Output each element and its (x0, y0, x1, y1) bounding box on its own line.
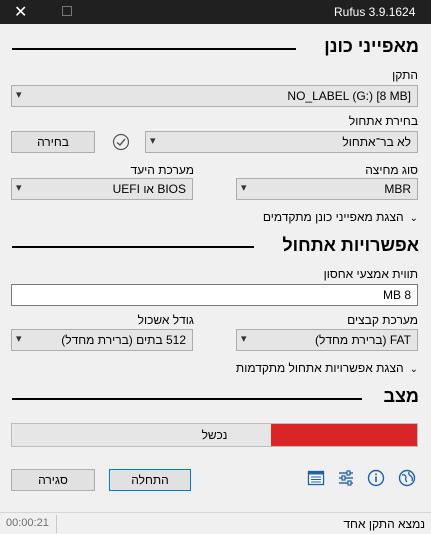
boot-selection-value: לא בר־אתחול (342, 135, 411, 149)
start-button[interactable]: התחלה (109, 469, 191, 491)
settings-icon[interactable] (337, 469, 355, 487)
log-icon[interactable] (307, 469, 325, 487)
chevron-down-icon: ▾ (16, 89, 22, 101)
progress-bar: נכשל (11, 423, 418, 447)
drive-properties-divider (12, 48, 296, 50)
partition-scheme-value: MBR (384, 182, 411, 196)
boot-selection-label: בחירת אתחול (348, 114, 418, 128)
status-heading: מצב (383, 386, 419, 406)
advanced-drive-toggle[interactable]: ⌄ הצגת מאפייני כונן מתקדמים (263, 210, 418, 224)
window-title: Rufus 3.9.1624 (334, 5, 416, 19)
advanced-format-toggle[interactable]: ⌄ הצגת אפשרויות אתחול מתקדמות (236, 361, 418, 375)
advanced-drive-label: הצגת מאפייני כונן מתקדמים (262, 210, 404, 224)
elapsed-time: 00:00:21 (6, 517, 49, 529)
progress-text: נכשל (201, 428, 228, 442)
partition-scheme-label: סוג מחיצה (365, 163, 418, 177)
title-bar: ✕ Rufus 3.9.1624 (0, 0, 431, 24)
status-bar: 00:00:21 נמצא התקן אחד (0, 512, 431, 534)
device-dropdown[interactable]: ▾ NO_LABEL (G:) [8 MB] (11, 85, 418, 107)
select-button[interactable]: בחירה (11, 131, 95, 153)
status-divider (12, 398, 362, 400)
file-system-dropdown[interactable]: ▾ FAT (ברירת מחדל) (236, 329, 418, 351)
device-value: NO_LABEL (G:) [8 MB] (287, 89, 411, 103)
chevron-down-icon: ▾ (150, 135, 156, 147)
target-system-value: BIOS או UEFI (112, 182, 186, 196)
chevron-down-icon: ⌄ (409, 364, 418, 375)
check-icon[interactable] (112, 133, 130, 151)
target-system-label: מערכת היעד (130, 163, 194, 177)
drive-properties-heading: מאפייני כונן (324, 36, 419, 56)
cluster-size-value: 512 בתים (ברירת מחדל) (61, 333, 186, 347)
file-system-label: מערכת קבצים (347, 313, 418, 327)
format-options-divider (12, 246, 254, 248)
info-icon[interactable] (367, 469, 385, 487)
boot-selection-dropdown[interactable]: ▾ לא בר־אתחול (145, 131, 418, 153)
format-options-heading: אפשרויות אתחול (282, 235, 419, 255)
cluster-size-dropdown[interactable]: ▾ 512 בתים (ברירת מחדל) (11, 329, 193, 351)
close-window-icon[interactable]: ✕ (14, 2, 27, 22)
cluster-size-label: גודל אשכול (137, 313, 194, 327)
maximize-window-icon[interactable] (62, 6, 72, 16)
status-message: נמצא התקן אחד (343, 517, 425, 531)
chevron-down-icon: ▾ (16, 333, 22, 345)
globe-icon[interactable] (398, 469, 416, 487)
volume-label-value: 8 MB (382, 288, 411, 302)
partition-scheme-dropdown[interactable]: ▾ MBR (236, 178, 418, 200)
volume-label-label: תווית אמצעי אחסון (323, 267, 418, 281)
file-system-value: FAT (ברירת מחדל) (315, 333, 411, 347)
volume-label-input[interactable]: 8 MB (11, 284, 418, 306)
chevron-down-icon: ▾ (16, 182, 22, 194)
status-separator (56, 515, 57, 533)
chevron-down-icon: ▾ (241, 333, 247, 345)
chevron-down-icon: ⌄ (409, 213, 418, 224)
close-button[interactable]: סגירה (11, 469, 95, 491)
advanced-format-label: הצגת אפשרויות אתחול מתקדמות (235, 361, 404, 375)
target-system-dropdown[interactable]: ▾ BIOS או UEFI (11, 178, 193, 200)
chevron-down-icon: ▾ (241, 182, 247, 194)
device-label: התקן (392, 68, 418, 82)
